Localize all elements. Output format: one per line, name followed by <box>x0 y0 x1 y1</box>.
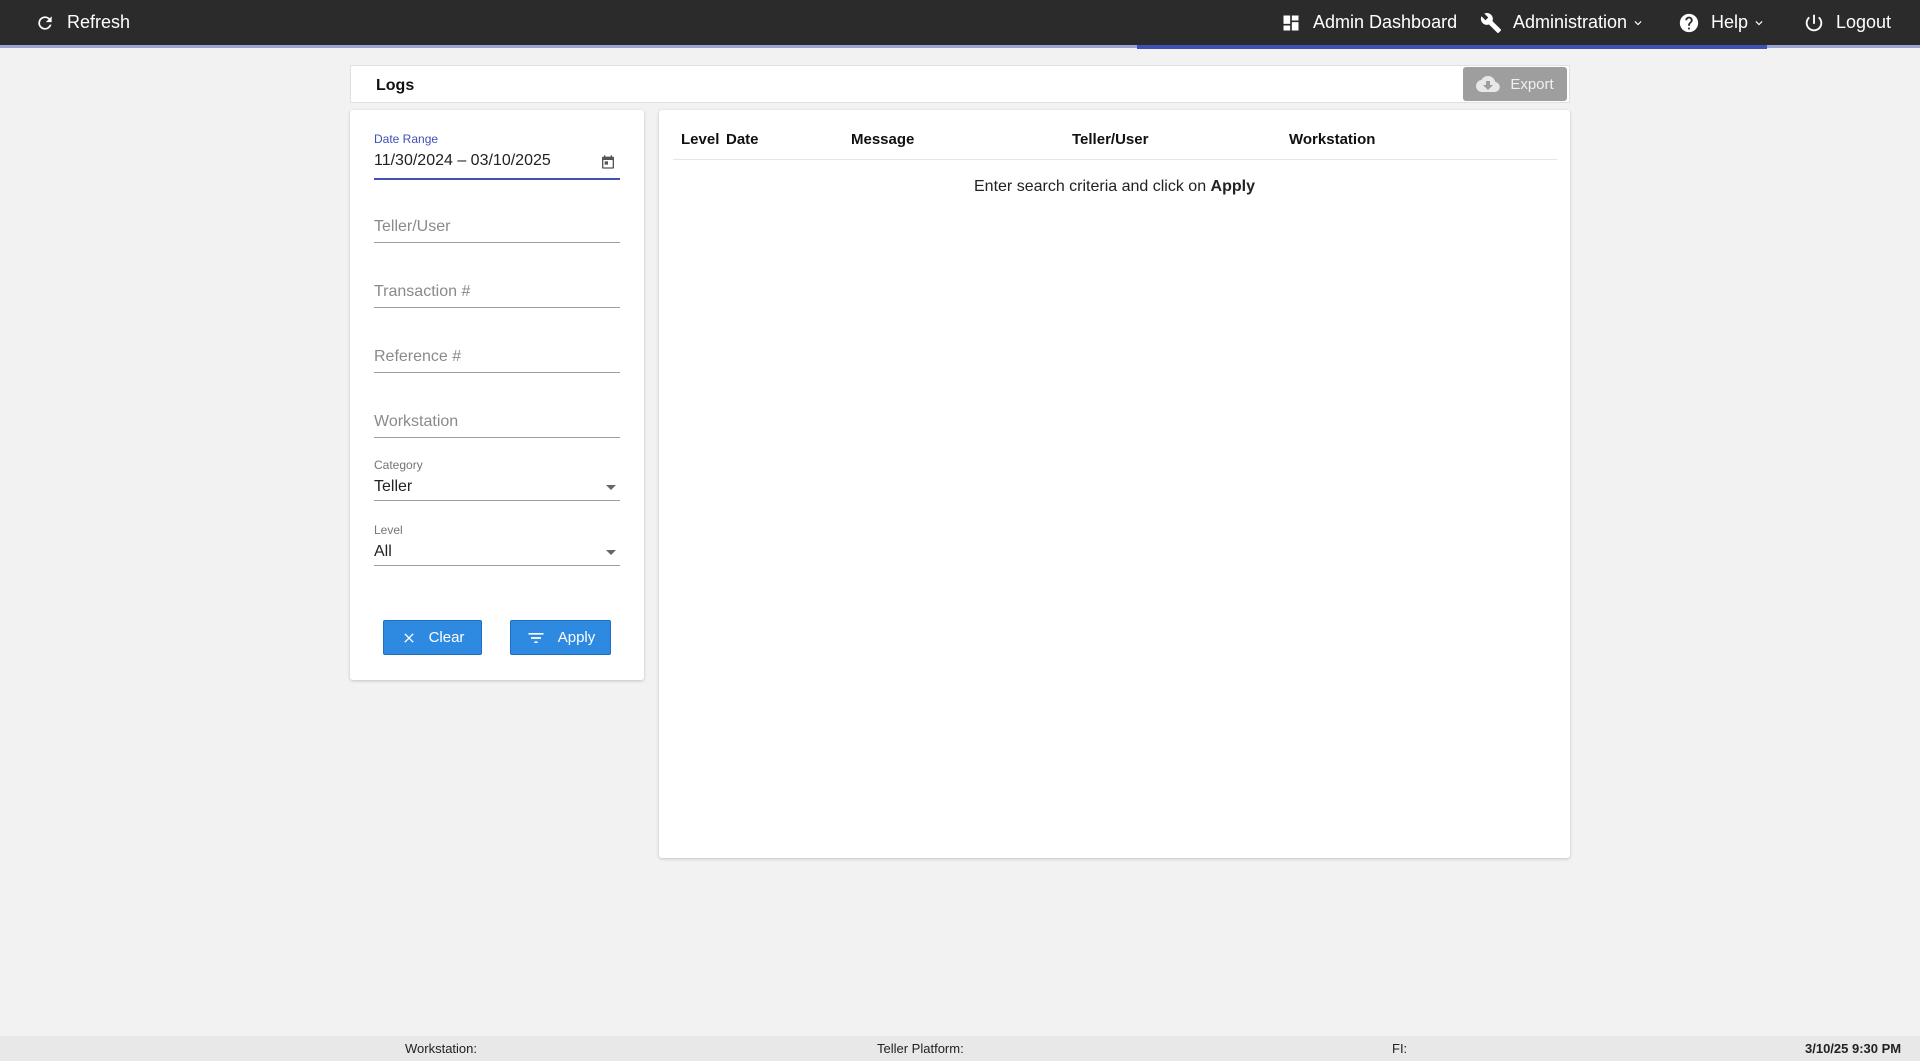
column-header-date[interactable]: Date <box>726 131 759 148</box>
export-button[interactable]: Export <box>1463 67 1567 101</box>
power-icon <box>1803 12 1825 34</box>
refresh-button[interactable]: Refresh <box>34 0 130 45</box>
category-select[interactable]: Category Teller <box>374 458 620 501</box>
level-underline <box>374 565 620 566</box>
apply-button[interactable]: Apply <box>510 620 611 655</box>
wrench-icon <box>1480 12 1502 34</box>
administration-menu[interactable]: Administration <box>1480 0 1645 45</box>
workstation-input[interactable]: Workstation <box>374 411 620 433</box>
export-label: Export <box>1510 75 1554 93</box>
reference-field[interactable]: Reference # <box>374 346 620 373</box>
date-range-field[interactable]: Date Range 11/30/2024 – 03/10/2025 <box>374 132 620 180</box>
dropdown-arrow-icon <box>606 485 616 490</box>
page-title: Logs <box>376 77 415 94</box>
transaction-field[interactable]: Transaction # <box>374 281 620 308</box>
date-range-underline <box>374 178 620 180</box>
reference-underline <box>374 372 620 373</box>
help-icon <box>1678 12 1700 34</box>
level-value[interactable]: All <box>374 541 620 563</box>
chevron-down-icon <box>1755 20 1763 25</box>
refresh-label: Refresh <box>67 12 131 32</box>
dashboard-icon <box>1280 12 1302 34</box>
empty-state-action: Apply <box>1210 178 1255 195</box>
transaction-input[interactable]: Transaction # <box>374 281 620 303</box>
topbar-active-indicator <box>1137 45 1767 49</box>
administration-label: Administration <box>1513 12 1628 32</box>
filter-icon <box>528 632 544 643</box>
column-header-message[interactable]: Message <box>851 131 914 148</box>
top-navigation-bar: Refresh Admin Dashboard Administration H… <box>0 0 1920 45</box>
dropdown-arrow-icon <box>606 550 616 555</box>
category-value[interactable]: Teller <box>374 476 620 498</box>
clear-button[interactable]: Clear <box>383 620 482 655</box>
filter-panel: Date Range 11/30/2024 – 03/10/2025 Telle… <box>350 110 644 680</box>
logout-button[interactable]: Logout <box>1803 0 1891 45</box>
refresh-icon <box>34 12 56 34</box>
footer-workstation: Workstation: <box>405 1041 478 1056</box>
transaction-underline <box>374 307 620 308</box>
reference-input[interactable]: Reference # <box>374 346 620 368</box>
footer-teller-platform: Teller Platform: <box>877 1041 964 1056</box>
column-header-workstation[interactable]: Workstation <box>1289 131 1375 148</box>
category-label: Category <box>374 458 423 472</box>
logs-header: Logs Export <box>350 65 1570 103</box>
workstation-underline <box>374 437 620 438</box>
date-range-input[interactable]: 11/30/2024 – 03/10/2025 <box>374 150 620 172</box>
teller-user-underline <box>374 242 620 243</box>
clear-label: Clear <box>428 629 465 646</box>
results-panel: Level Date Message Teller/User Workstati… <box>659 110 1570 858</box>
apply-label: Apply <box>557 629 596 646</box>
teller-user-input[interactable]: Teller/User <box>374 216 620 238</box>
category-underline <box>374 500 620 501</box>
workstation-field[interactable]: Workstation <box>374 411 620 438</box>
table-header-divider <box>673 159 1557 160</box>
help-label: Help <box>1711 12 1749 32</box>
footer-datetime: 3/10/25 9:30 PM <box>1805 1041 1902 1056</box>
teller-user-field[interactable]: Teller/User <box>374 216 620 243</box>
admin-dashboard-label: Admin Dashboard <box>1313 12 1458 32</box>
level-select[interactable]: Level All <box>374 523 620 566</box>
chevron-down-icon <box>1634 20 1642 25</box>
column-header-teller-user[interactable]: Teller/User <box>1072 131 1148 148</box>
logout-label: Logout <box>1836 12 1892 32</box>
empty-state-message: Enter search criteria and click on Apply <box>974 178 1255 195</box>
calendar-icon[interactable] <box>600 154 616 170</box>
date-range-label: Date Range <box>374 132 439 146</box>
level-label: Level <box>374 523 403 537</box>
help-menu[interactable]: Help <box>1678 0 1766 45</box>
column-header-level[interactable]: Level <box>681 131 719 148</box>
footer-fi: FI: <box>1392 1041 1408 1056</box>
status-bar: Workstation: Teller Platform: FI: 3/10/2… <box>0 1036 1920 1061</box>
admin-dashboard-link[interactable]: Admin Dashboard <box>1280 0 1457 45</box>
close-icon <box>403 632 414 643</box>
cloud-download-icon <box>1476 76 1501 92</box>
